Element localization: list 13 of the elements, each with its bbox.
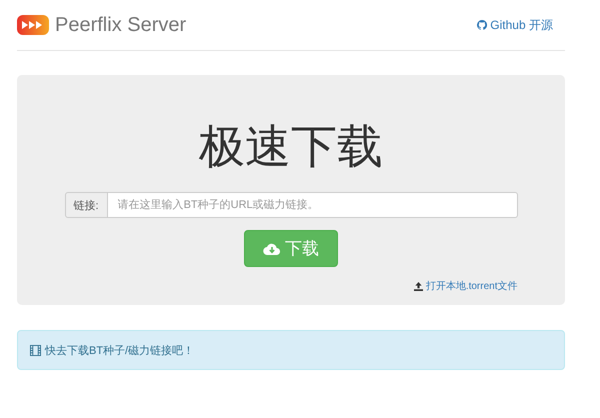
link-input-field[interactable]: 请在这里输入BT种子的URL或磁力链接。: [108, 192, 518, 218]
open-file-link[interactable]: 打开本地.torrent文件: [414, 279, 518, 293]
download-button[interactable]: 下载: [244, 230, 338, 267]
film-icon: [30, 344, 41, 356]
upload-icon: [414, 282, 423, 290]
hero-title: 极速下载: [199, 123, 383, 169]
link-label: 链接:: [64, 192, 108, 218]
logo-icon: [17, 15, 49, 35]
cloud-download-icon: [263, 242, 281, 256]
github-link[interactable]: Github 开源: [477, 16, 553, 34]
app-title: Peerflix Server: [55, 14, 186, 36]
github-icon: [477, 20, 488, 30]
alert-text: 快去下载BT种子/磁力链接吧！: [45, 344, 194, 358]
